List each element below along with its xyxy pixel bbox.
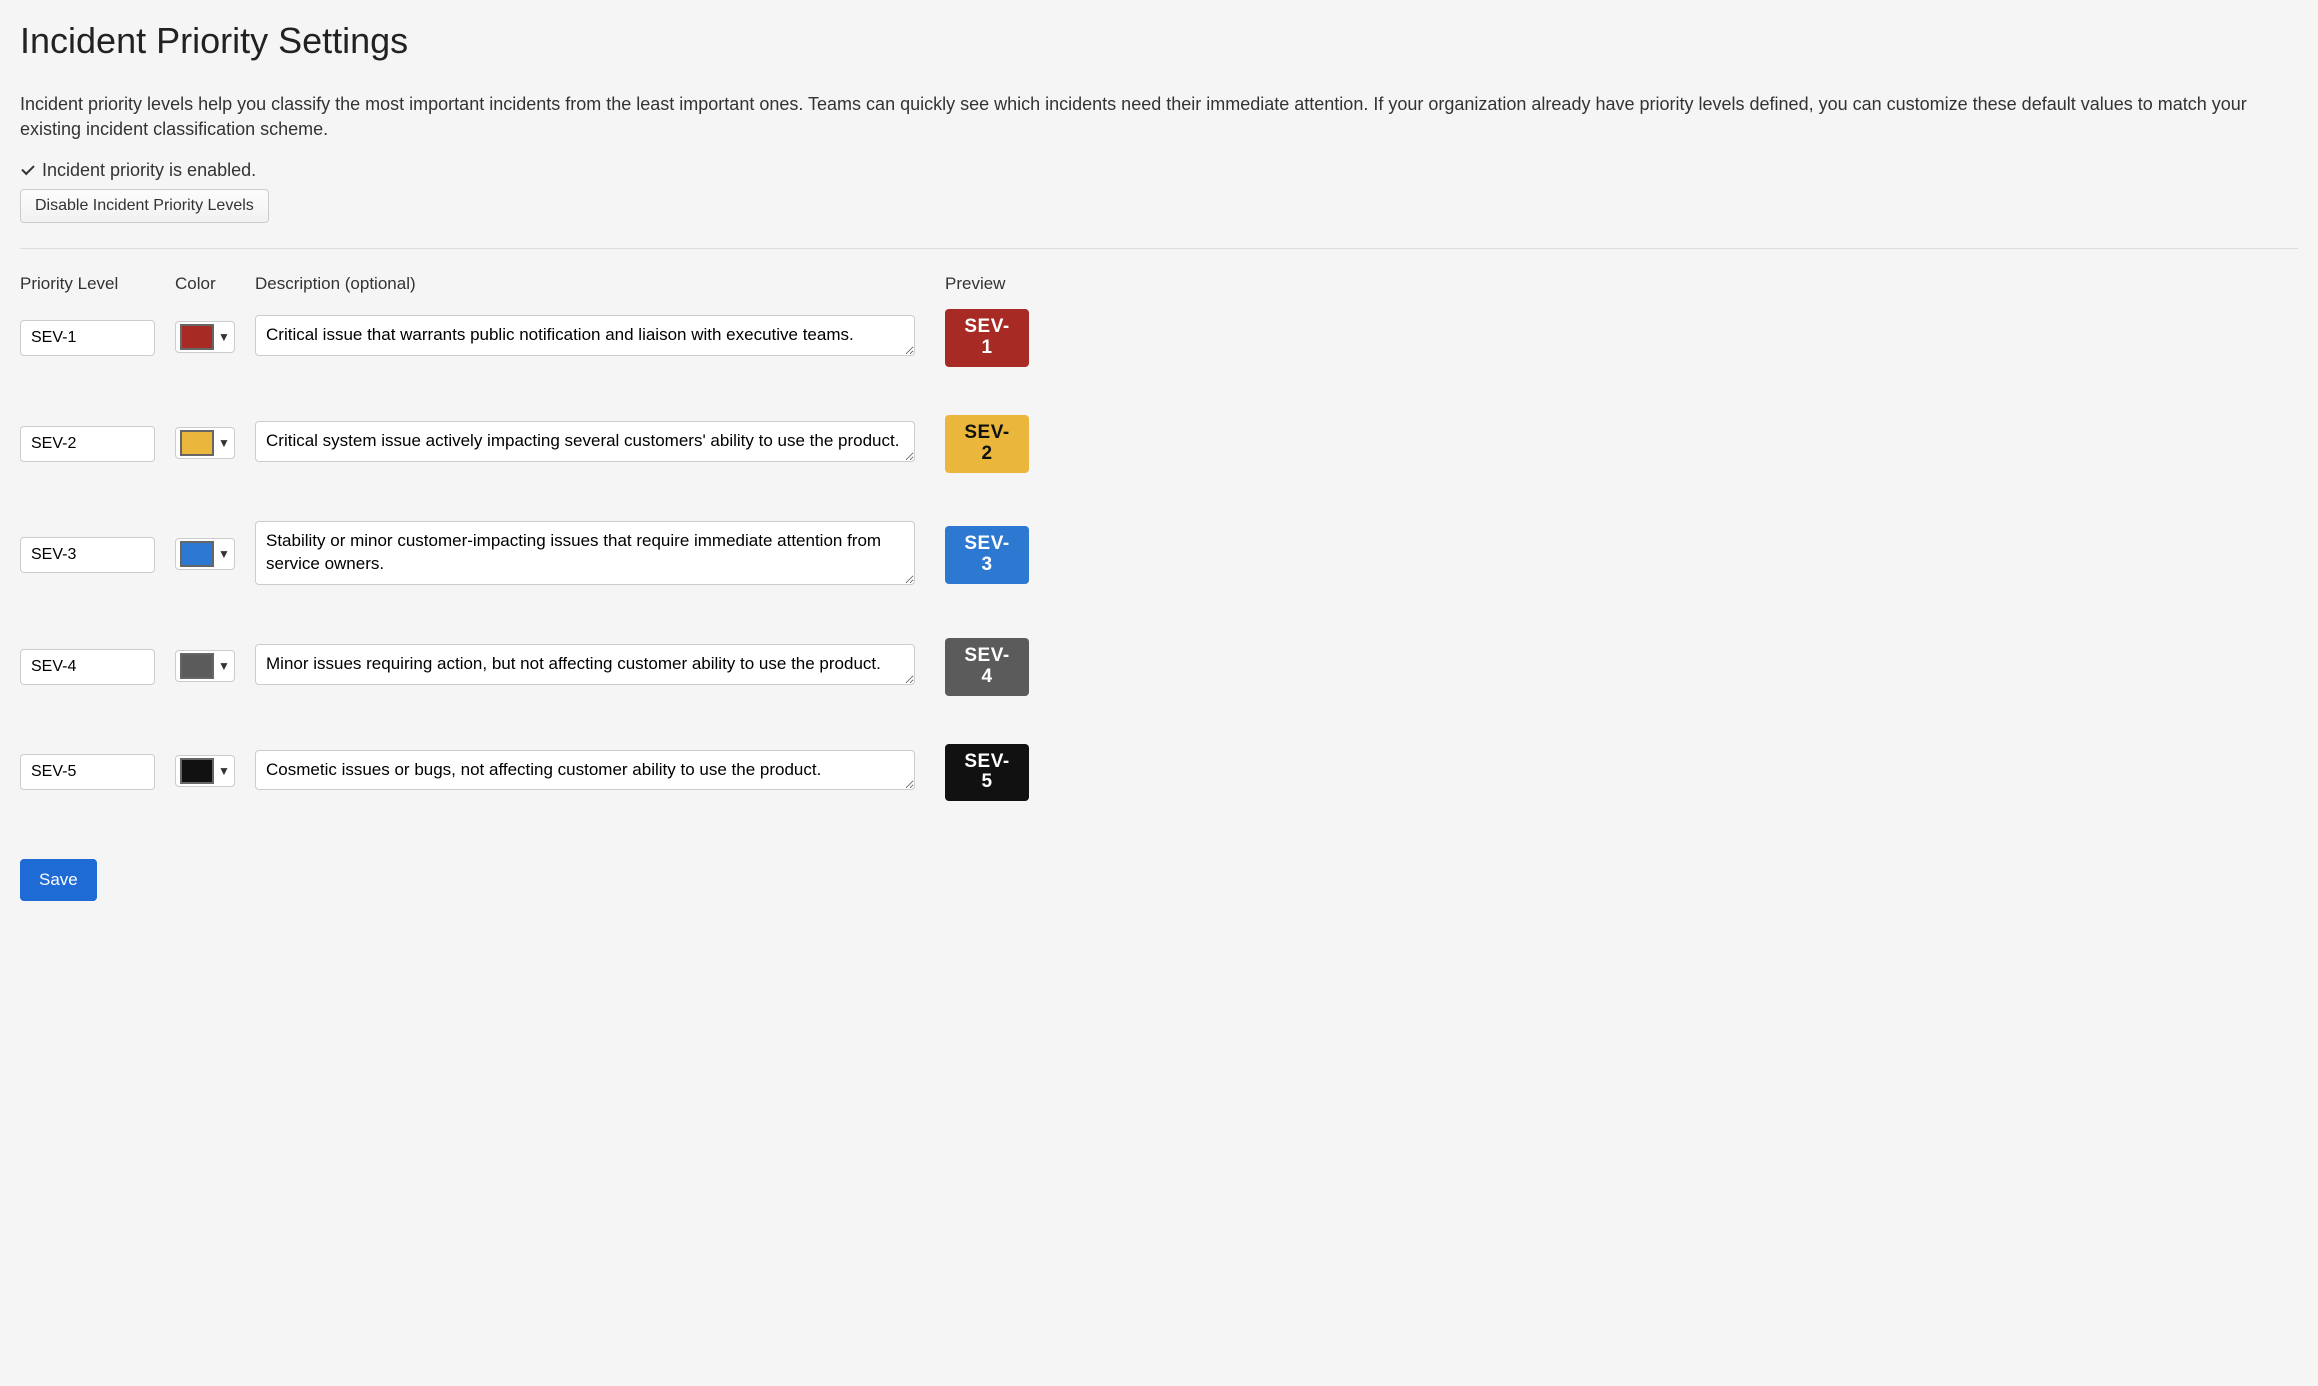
priority-level-input[interactable]	[20, 426, 155, 462]
color-swatch	[180, 324, 214, 350]
priority-row: ▼ SEV-4	[20, 638, 2298, 696]
chevron-down-icon: ▼	[218, 547, 230, 561]
badge-line1: SEV-	[964, 317, 1009, 338]
check-icon	[20, 163, 36, 179]
intro-text: Incident priority levels help you classi…	[20, 92, 2298, 142]
badge-line1: SEV-	[964, 423, 1009, 444]
priority-level-input[interactable]	[20, 754, 155, 790]
page-title: Incident Priority Settings	[20, 20, 2298, 62]
chevron-down-icon: ▼	[218, 330, 230, 344]
color-picker[interactable]: ▼	[175, 755, 235, 787]
priority-preview-badge: SEV-5	[945, 744, 1029, 802]
priority-preview-badge: SEV-3	[945, 526, 1029, 584]
badge-line1: SEV-	[964, 534, 1009, 555]
col-header-description: Description (optional)	[255, 274, 925, 294]
color-picker[interactable]: ▼	[175, 538, 235, 570]
priority-description-input[interactable]	[255, 315, 915, 356]
priority-level-input[interactable]	[20, 320, 155, 356]
color-swatch	[180, 541, 214, 567]
badge-line2: 4	[981, 667, 992, 688]
priority-preview-badge: SEV-4	[945, 638, 1029, 696]
badge-line1: SEV-	[964, 646, 1009, 667]
priority-level-input[interactable]	[20, 537, 155, 573]
section-divider	[20, 248, 2298, 249]
priority-row: ▼ SEV-3	[20, 521, 2298, 590]
priority-preview-badge: SEV-1	[945, 309, 1029, 367]
col-header-level: Priority Level	[20, 274, 175, 294]
badge-line2: 2	[981, 444, 992, 465]
color-picker[interactable]: ▼	[175, 321, 235, 353]
priority-preview-badge: SEV-2	[945, 415, 1029, 473]
col-header-preview: Preview	[945, 274, 1035, 294]
color-picker[interactable]: ▼	[175, 650, 235, 682]
priority-description-input[interactable]	[255, 421, 915, 462]
status-line: Incident priority is enabled.	[20, 160, 256, 181]
priority-row: ▼ SEV-1	[20, 309, 2298, 367]
color-picker[interactable]: ▼	[175, 427, 235, 459]
badge-line2: 5	[981, 772, 992, 793]
color-swatch	[180, 758, 214, 784]
badge-line2: 3	[981, 555, 992, 576]
priority-level-input[interactable]	[20, 649, 155, 685]
status-label: Incident priority is enabled.	[42, 160, 256, 181]
priority-description-input[interactable]	[255, 644, 915, 685]
chevron-down-icon: ▼	[218, 659, 230, 673]
priority-description-input[interactable]	[255, 750, 915, 791]
status-section: Incident priority is enabled. Disable In…	[20, 160, 2298, 223]
priority-description-input[interactable]	[255, 521, 915, 585]
disable-priority-button[interactable]: Disable Incident Priority Levels	[20, 189, 269, 223]
badge-line1: SEV-	[964, 752, 1009, 773]
badge-line2: 1	[981, 338, 992, 359]
color-swatch	[180, 430, 214, 456]
chevron-down-icon: ▼	[218, 764, 230, 778]
columns-header: Priority Level Color Description (option…	[20, 274, 2298, 294]
col-header-color: Color	[175, 274, 255, 294]
color-swatch	[180, 653, 214, 679]
priority-row: ▼ SEV-5	[20, 744, 2298, 802]
chevron-down-icon: ▼	[218, 436, 230, 450]
save-button[interactable]: Save	[20, 859, 97, 901]
priority-row: ▼ SEV-2	[20, 415, 2298, 473]
